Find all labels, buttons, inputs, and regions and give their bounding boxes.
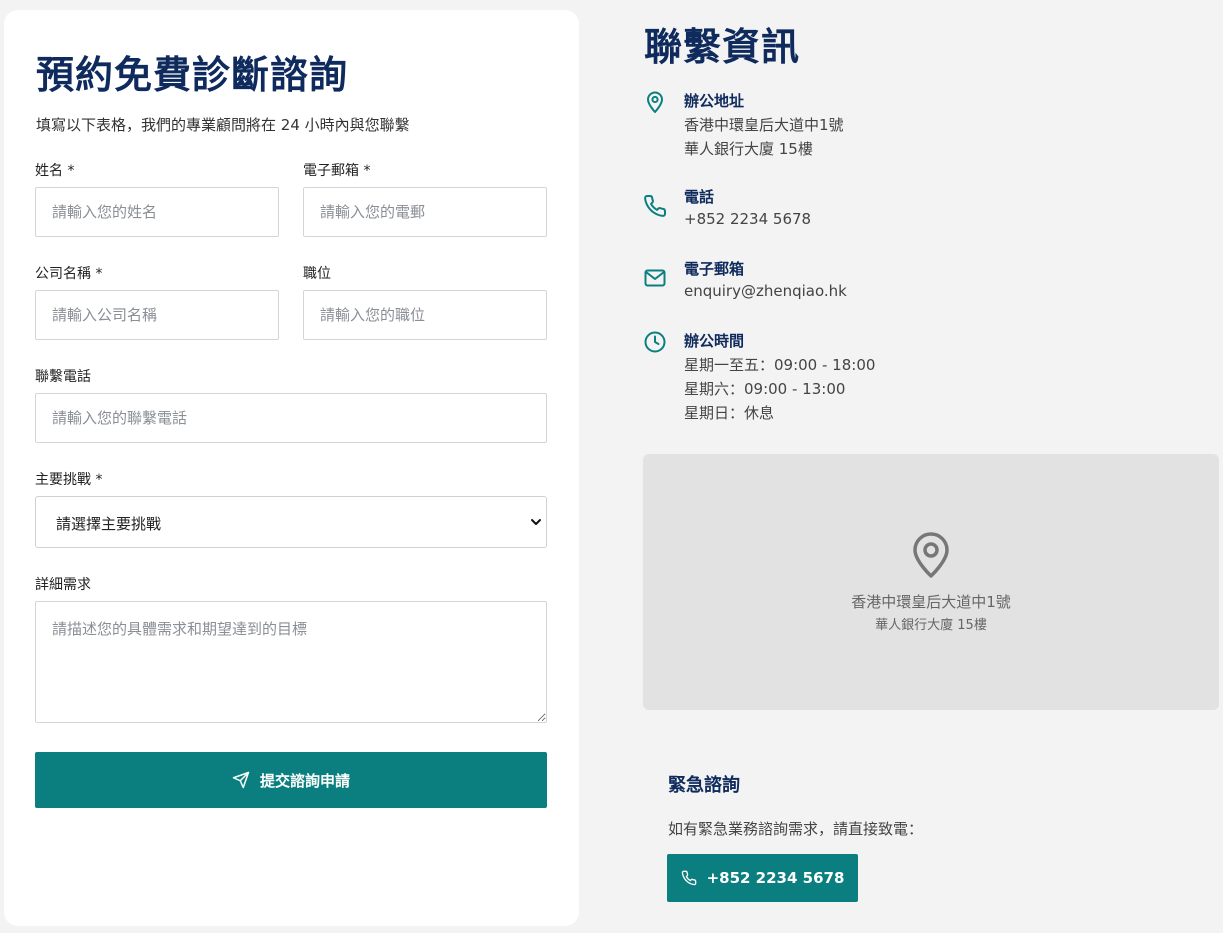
details-textarea[interactable] [35, 601, 547, 723]
phone-icon [644, 194, 667, 217]
phone-input[interactable] [35, 393, 547, 443]
hours-heading: 辦公時間 [684, 332, 745, 350]
contact-title: 聯繫資訊 [644, 25, 801, 69]
address-heading: 辦公地址 [684, 92, 745, 110]
name-input[interactable] [35, 187, 279, 237]
urgent-call-button[interactable]: +852 2234 5678 [667, 854, 858, 902]
email-heading: 電子郵箱 [684, 260, 745, 278]
details-label: 詳細需求 [35, 577, 91, 593]
name-label: 姓名 * [35, 163, 75, 179]
form-subtitle: 填寫以下表格，我們的專業顧問將在 24 小時內與您聯繫 [36, 116, 410, 134]
map-address-line-2: 華人銀行大廈 15樓 [875, 618, 987, 633]
challenge-select[interactable]: 請選擇主要挑戰 [35, 496, 547, 548]
map-pin-icon [913, 532, 949, 578]
consultation-form-card: 預約免費診斷諮詢 填寫以下表格，我們的專業顧問將在 24 小時內與您聯繫 姓名 … [4, 10, 579, 926]
position-input[interactable] [303, 290, 547, 340]
submit-button[interactable]: 提交諮詢申請 [35, 752, 547, 808]
position-label: 職位 [303, 266, 331, 282]
send-icon [232, 771, 250, 789]
company-label: 公司名稱 * [35, 266, 103, 282]
map-placeholder[interactable]: 香港中環皇后大道中1號 華人銀行大廈 15樓 [643, 454, 1219, 710]
challenge-select-value: 請選擇主要挑戰 [56, 515, 162, 533]
email-input[interactable] [303, 187, 547, 237]
phone-label: 聯繫電話 [35, 369, 91, 385]
company-input[interactable] [35, 290, 279, 340]
map-pin-icon [647, 91, 663, 113]
map-address-line-1: 香港中環皇后大道中1號 [851, 593, 1011, 611]
phone-value: +852 2234 5678 [684, 210, 812, 228]
mail-icon [644, 269, 666, 287]
urgent-call-button-label: +852 2234 5678 [706, 869, 845, 887]
clock-icon [644, 331, 666, 353]
email-label: 電子郵箱 * [303, 163, 371, 179]
phone-heading: 電話 [684, 188, 715, 206]
hours-weekdays: 星期一至五：09:00 - 18:00 [684, 356, 876, 374]
address-line-1: 香港中環皇后大道中1號 [684, 116, 844, 134]
challenge-label: 主要挑戰 * [35, 472, 103, 488]
email-value: enquiry@zhenqiao.hk [684, 282, 847, 300]
chevron-down-icon [531, 519, 541, 525]
submit-button-label: 提交諮詢申請 [259, 771, 350, 790]
urgent-title: 緊急諮詢 [668, 775, 740, 796]
form-title: 預約免費診斷諮詢 [36, 53, 349, 97]
urgent-description: 如有緊急業務諮詢需求，請直接致電： [668, 820, 924, 838]
phone-icon [681, 870, 696, 886]
address-line-2: 華人銀行大廈 15樓 [684, 140, 813, 158]
hours-saturday: 星期六：09:00 - 13:00 [684, 380, 846, 398]
hours-sunday: 星期日：休息 [684, 404, 775, 422]
